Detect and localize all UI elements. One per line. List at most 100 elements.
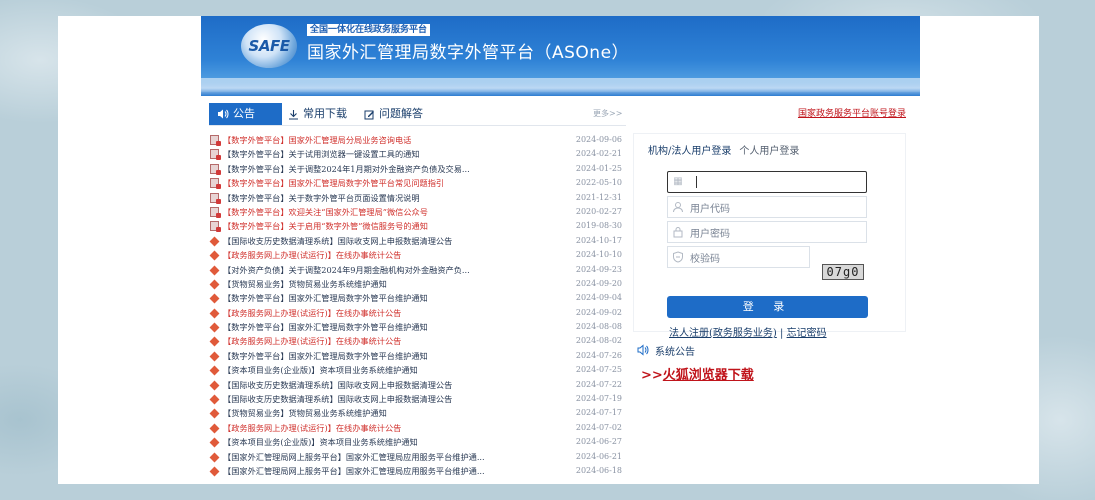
news-date: 2024-08-02 bbox=[575, 336, 622, 346]
news-item[interactable]: 【数字外管平台】国家外汇管理局数字外管平台维护通知 2024-08-08 bbox=[208, 320, 622, 334]
news-title-text: 国际收支网上申报数据清理公告 bbox=[337, 379, 453, 390]
news-date: 2024-07-25 bbox=[575, 365, 622, 375]
news-item[interactable]: 【货物贸易业务】货物贸易业务系统维护通知 2024-09-20 bbox=[208, 277, 622, 291]
news-title-text: 关于数字外管平台页面设置情况说明 bbox=[288, 192, 420, 203]
document-icon bbox=[210, 163, 221, 175]
org-field[interactable]: ▦ bbox=[667, 171, 867, 193]
forgot-password-link[interactable]: 忘记密码 bbox=[787, 328, 827, 339]
news-title: 【国际收支历史数据清理系统】国际收支网上申报数据清理公告 bbox=[223, 380, 452, 390]
news-item[interactable]: 【政务服务网上办理(试运行)】在线办事统计公告 2024-08-02 bbox=[208, 334, 622, 348]
document-icon bbox=[210, 221, 221, 233]
news-item[interactable]: 【国家外汇管理局网上服务平台】国家外汇管理局应用服务平台维护通... 2024-0… bbox=[208, 464, 622, 478]
news-item[interactable]: 【对外资产负债】关于调整2024年9月期金融机构对外金融资产负... 2024-0… bbox=[208, 263, 622, 277]
news-date: 2024-07-26 bbox=[575, 350, 622, 360]
news-tag: 【政务服务网上办理(试运行)】 bbox=[223, 422, 336, 433]
news-tag: 【国家外汇管理局网上服务平台】 bbox=[223, 451, 346, 462]
banner-title: 国家外汇管理局数字外管平台（ASOne） bbox=[307, 43, 630, 63]
news-title-text: 关于调整2024年1月期对外金融资产负债及交易... bbox=[288, 163, 470, 174]
diamond-bullet-icon bbox=[209, 365, 220, 376]
document-icon bbox=[210, 178, 221, 190]
news-item[interactable]: 【数字外管平台】关于启用“数字外管”微信服务号的通知 2019-08-30 bbox=[208, 219, 622, 233]
news-title-text: 货物贸易业务系统维护通知 bbox=[288, 408, 387, 419]
tab-announcement[interactable]: 公告 bbox=[209, 103, 282, 125]
gov-account-login-link[interactable]: 国家政务服务平台账号登录 bbox=[798, 105, 906, 123]
news-title: 【资本项目业务(企业版)】资本项目业务系统维护通知 bbox=[223, 365, 418, 375]
user-icon bbox=[673, 202, 683, 213]
news-item[interactable]: 【国际收支历史数据清理系统】国际收支网上申报数据清理公告 2024-07-19 bbox=[208, 392, 622, 406]
news-tag: 【国家外汇管理局网上服务平台】 bbox=[223, 465, 346, 476]
news-item[interactable]: 【国际收支历史数据清理系统】国际收支网上申报数据清理公告 2024-10-17 bbox=[208, 234, 622, 248]
news-title: 【数字外管平台】关于试用浏览器一键设置工具的通知 bbox=[223, 149, 420, 159]
news-title-text: 国际收支网上申报数据清理公告 bbox=[337, 394, 453, 405]
tab-faq[interactable]: 问题解答 bbox=[364, 103, 423, 125]
news-tag: 【国际收支历史数据清理系统】 bbox=[223, 235, 338, 246]
news-item[interactable]: 【数字外管平台】关于数字外管平台页面设置情况说明 2021-12-31 bbox=[208, 191, 622, 205]
news-date: 2024-06-27 bbox=[575, 437, 622, 447]
system-notice-label: 系统公告 bbox=[655, 346, 695, 358]
news-date: 2024-07-02 bbox=[575, 422, 622, 432]
firefox-download: >>火狐浏览器下载 bbox=[641, 364, 754, 383]
diamond-bullet-icon bbox=[209, 452, 220, 463]
tab-org-login[interactable]: 机构/法人用户登录 bbox=[648, 142, 731, 157]
news-tag: 【数字外管平台】 bbox=[223, 322, 289, 333]
news-title-text: 国际收支网上申报数据清理公告 bbox=[337, 235, 453, 246]
news-item[interactable]: 【政务服务网上办理(试运行)】在线办事统计公告 2024-10-10 bbox=[208, 248, 622, 262]
news-item[interactable]: 【数字外管平台】欢迎关注“国家外汇管理局”微信公众号 2020-02-27 bbox=[208, 205, 622, 219]
news-tag: 【数字外管平台】 bbox=[223, 192, 289, 203]
captcha-image[interactable]: 07g0 bbox=[822, 264, 864, 280]
news-item[interactable]: 【数字外管平台】关于试用浏览器一键设置工具的通知 2024-02-21 bbox=[208, 147, 622, 161]
tab-personal-login[interactable]: 个人用户登录 bbox=[739, 142, 799, 157]
news-title: 【对外资产负债】关于调整2024年9月期金融机构对外金融资产负... bbox=[223, 265, 470, 275]
news-date: 2024-07-17 bbox=[575, 408, 622, 418]
news-date: 2019-08-30 bbox=[575, 221, 622, 231]
system-notice-box: >>火狐浏览器下载 bbox=[633, 361, 906, 484]
news-item[interactable]: 【数字外管平台】国家外汇管理局数字外管平台维护通知 2024-07-26 bbox=[208, 349, 622, 363]
tab-downloads[interactable]: 常用下载 bbox=[288, 103, 347, 125]
news-item[interactable]: 【政务服务网上办理(试运行)】在线办事统计公告 2024-07-02 bbox=[208, 421, 622, 435]
diamond-bullet-icon bbox=[209, 408, 220, 419]
diamond-bullet-icon bbox=[209, 322, 220, 333]
news-item[interactable]: 【国际收支历史数据清理系统】国际收支网上申报数据清理公告 2024-07-22 bbox=[208, 378, 622, 392]
news-title: 【政务服务网上办理(试运行)】在线办事统计公告 bbox=[223, 423, 401, 433]
login-tabs: 机构/法人用户登录 个人用户登录 bbox=[648, 142, 799, 157]
news-item[interactable]: 【货物贸易业务】货物贸易业务系统维护通知 2024-07-17 bbox=[208, 406, 622, 420]
login-links: 法人注册(政务服务业务) | 忘记密码 bbox=[669, 324, 827, 339]
portal-frame: SAFE 全国一体化在线政务服务平台 国家外汇管理局数字外管平台（ASOne） … bbox=[58, 16, 1039, 484]
password-input[interactable]: 用户密码 bbox=[667, 221, 867, 243]
register-link[interactable]: 法人注册(政务服务业务) bbox=[669, 328, 777, 339]
news-tag: 【数字外管平台】 bbox=[223, 149, 289, 160]
news-date: 2024-09-06 bbox=[575, 135, 622, 144]
building-icon: ▦ bbox=[673, 176, 683, 187]
news-title-text: 在线办事统计公告 bbox=[335, 422, 402, 433]
news-item[interactable]: 【政务服务网上办理(试运行)】在线办事统计公告 2024-09-02 bbox=[208, 306, 622, 320]
firefox-download-link[interactable]: 火狐浏览器下载 bbox=[663, 368, 754, 383]
news-item[interactable]: 【资本项目业务(企业版)】资本项目业务系统维护通知 2024-07-25 bbox=[208, 363, 622, 377]
news-title: 【数字外管平台】国家外汇管理局数字外管平台常见问题指引 bbox=[223, 178, 444, 188]
news-item[interactable]: 【数字外管平台】国家外汇管理局数字外管平台维护通知 2024-09-04 bbox=[208, 291, 622, 305]
tab-announcement-label: 公告 bbox=[233, 107, 255, 120]
news-item[interactable]: 【数字外管平台】国家外汇管理局分局业务咨询电话 2024-09-06 bbox=[208, 133, 622, 147]
news-tag: 【政务服务网上办理(试运行)】 bbox=[223, 250, 336, 261]
login-button[interactable]: 登 录 bbox=[667, 296, 868, 318]
diamond-bullet-icon bbox=[209, 351, 220, 362]
news-item[interactable]: 【国家外汇管理局网上服务平台】国家外汇管理局应用服务平台维护通... 2024-0… bbox=[208, 450, 622, 464]
news-tag: 【资本项目业务(企业版)】 bbox=[223, 365, 320, 376]
news-date: 2020-02-27 bbox=[575, 206, 622, 216]
system-notice-header: 系统公告 bbox=[633, 339, 906, 361]
tab-downloads-label: 常用下载 bbox=[303, 107, 347, 120]
user-code-input[interactable]: 用户代码 bbox=[667, 196, 867, 218]
more-link[interactable]: 更多>> bbox=[593, 103, 622, 125]
news-title: 【国家外汇管理局网上服务平台】国家外汇管理局应用服务平台维护通... bbox=[223, 452, 485, 462]
news-item[interactable]: 【数字外管平台】国家外汇管理局数字外管平台常见问题指引 2022-05-10 bbox=[208, 176, 622, 190]
diamond-bullet-icon bbox=[209, 394, 220, 405]
news-tag: 【资本项目业务(企业版)】 bbox=[223, 437, 320, 448]
password-placeholder: 用户密码 bbox=[690, 228, 730, 240]
diamond-bullet-icon bbox=[209, 293, 220, 304]
news-title-text: 关于调整2024年9月期金融机构对外金融资产负... bbox=[288, 264, 470, 275]
news-item[interactable]: 【资本项目业务(企业版)】资本项目业务系统维护通知 2024-06-27 bbox=[208, 435, 622, 449]
news-date: 2024-08-08 bbox=[575, 322, 622, 332]
header-banner: SAFE 全国一体化在线政务服务平台 国家外汇管理局数字外管平台（ASOne） bbox=[201, 16, 920, 96]
captcha-input[interactable]: 校验码 bbox=[667, 246, 810, 268]
document-icon bbox=[210, 192, 221, 204]
news-item[interactable]: 【数字外管平台】关于调整2024年1月期对外金融资产负债及交易... 2024-0… bbox=[208, 162, 622, 176]
